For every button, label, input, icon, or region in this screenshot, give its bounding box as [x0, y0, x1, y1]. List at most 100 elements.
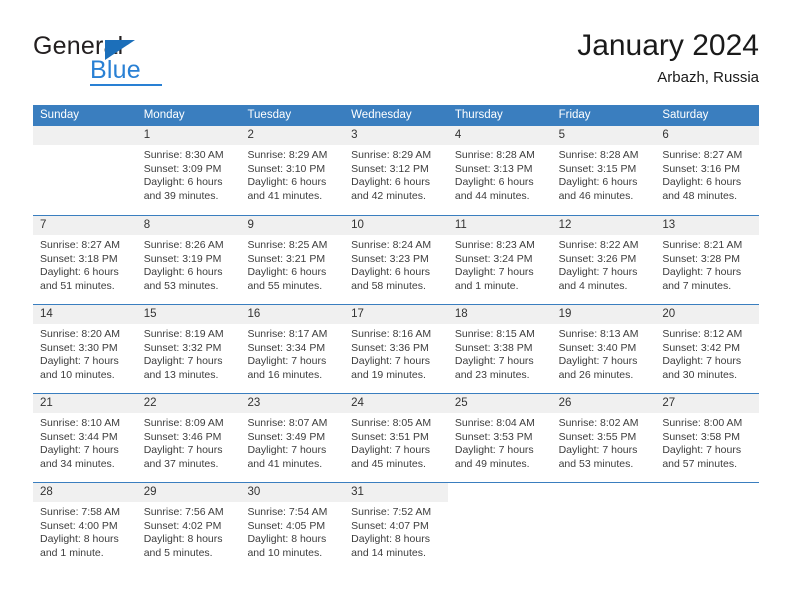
day-number: 7	[33, 216, 137, 235]
day-number: 11	[447, 216, 552, 235]
calendar-day-cell[interactable]: 18 Sunrise: 8:15 AM Sunset: 3:38 PM Dayligh…	[447, 305, 552, 393]
sunset-text: Sunset: 3:13 PM	[454, 162, 533, 175]
day-number: 23	[240, 394, 345, 413]
daylight-text: Daylight: 7 hours and 16 minutes.	[247, 355, 327, 381]
calendar-day-cell[interactable]: 21 Sunrise: 8:10 AM Sunset: 3:44 PM Dayligh…	[33, 394, 137, 482]
day-number	[447, 483, 552, 502]
calendar-day-cell[interactable]: 14 Sunrise: 8:20 AM Sunset: 3:30 PM Dayligh…	[33, 305, 137, 393]
calendar-day-cell[interactable]: 17 Sunrise: 8:16 AM Sunset: 3:36 PM Dayligh…	[344, 305, 448, 393]
sunrise-text: Sunrise: 8:27 AM	[662, 149, 743, 161]
day-number: 13	[655, 216, 760, 235]
day-of-week-thursday: Thursday	[454, 109, 503, 121]
daylight-text: Daylight: 7 hours and 34 minutes.	[40, 444, 119, 470]
calendar-week-row: 28 Sunrise: 7:58 AM Sunset: 4:00 PM Dayligh…	[33, 482, 760, 571]
daylight-text: Daylight: 7 hours and 30 minutes.	[662, 355, 742, 381]
day-number: 9	[240, 216, 345, 235]
day-number: 20	[655, 305, 760, 324]
calendar-cell-empty	[447, 483, 552, 571]
sunset-text: Sunset: 3:58 PM	[662, 430, 740, 443]
calendar-day-cell[interactable]: 6 Sunrise: 8:27 AM Sunset: 3:16 PM Daylight…	[655, 126, 760, 215]
day-number: 28	[33, 483, 137, 502]
calendar-day-cell[interactable]: 5 Sunrise: 8:28 AM Sunset: 3:15 PM Daylight…	[551, 126, 656, 215]
calendar-day-cell[interactable]: 9 Sunrise: 8:25 AM Sunset: 3:21 PM Daylight…	[240, 216, 345, 304]
day-number: 15	[136, 305, 241, 324]
daylight-text: Daylight: 7 hours and 53 minutes.	[558, 444, 638, 470]
day-number: 29	[136, 483, 241, 502]
calendar-day-cell[interactable]: 26 Sunrise: 8:02 AM Sunset: 3:55 PM Dayligh…	[551, 394, 656, 482]
day-detail: Sunrise: 8:20 AM Sunset: 3:30 PM Daylight:…	[33, 324, 137, 382]
calendar-day-cell[interactable]: 1 Sunrise: 8:30 AM Sunset: 3:09 PM Daylight…	[136, 126, 241, 215]
day-number: 3	[344, 126, 448, 145]
calendar-day-cell[interactable]: 2 Sunrise: 8:29 AM Sunset: 3:10 PM Daylight…	[240, 126, 345, 215]
calendar-day-cell[interactable]: 30 Sunrise: 7:54 AM Sunset: 4:05 PM Dayligh…	[240, 483, 345, 571]
daylight-text: Daylight: 8 hours and 1 minute.	[40, 533, 119, 559]
sunset-text: Sunset: 4:07 PM	[351, 519, 429, 532]
calendar-day-cell[interactable]: 10 Sunrise: 8:24 AM Sunset: 3:23 PM Dayligh…	[344, 216, 448, 304]
sunset-text: Sunset: 3:15 PM	[558, 162, 637, 175]
sunrise-text: Sunrise: 8:20 AM	[40, 328, 120, 340]
day-detail: Sunrise: 8:30 AM Sunset: 3:09 PM Daylight:…	[137, 145, 241, 203]
sunset-text: Sunset: 3:24 PM	[454, 252, 533, 265]
day-detail: Sunrise: 8:13 AM Sunset: 3:40 PM Daylight:…	[552, 324, 656, 382]
sunset-text: Sunset: 3:40 PM	[558, 341, 637, 354]
calendar-day-cell[interactable]: 23 Sunrise: 8:07 AM Sunset: 3:49 PM Dayligh…	[240, 394, 345, 482]
sunset-text: Sunset: 3:34 PM	[247, 341, 326, 354]
day-detail: Sunrise: 8:24 AM Sunset: 3:23 PM Daylight:…	[344, 235, 448, 293]
page-title: January 2024	[577, 29, 759, 62]
sunrise-text: Sunrise: 8:13 AM	[558, 328, 639, 340]
calendar-day-cell[interactable]: 3 Sunrise: 8:29 AM Sunset: 3:12 PM Daylight…	[344, 126, 448, 215]
daylight-text: Daylight: 8 hours and 10 minutes.	[247, 533, 327, 559]
day-number: 6	[655, 126, 760, 145]
day-detail: Sunrise: 8:12 AM Sunset: 3:42 PM Daylight:…	[655, 324, 759, 382]
calendar-day-cell[interactable]: 8 Sunrise: 8:26 AM Sunset: 3:19 PM Daylight…	[136, 216, 241, 304]
calendar-day-cell[interactable]: 12 Sunrise: 8:22 AM Sunset: 3:26 PM Dayligh…	[551, 216, 656, 304]
sunset-text: Sunset: 4:05 PM	[247, 519, 326, 532]
calendar-day-cell[interactable]: 25 Sunrise: 8:04 AM Sunset: 3:53 PM Dayligh…	[447, 394, 552, 482]
sunrise-text: Sunrise: 8:10 AM	[40, 417, 120, 429]
daylight-text: Daylight: 7 hours and 7 minutes.	[662, 266, 742, 292]
sunset-text: Sunset: 3:26 PM	[558, 252, 637, 265]
title-block: January 2024 Arbazh, Russia	[577, 28, 759, 88]
sunrise-text: Sunrise: 8:21 AM	[662, 239, 743, 251]
sunrise-text: Sunrise: 8:04 AM	[454, 417, 535, 429]
calendar-day-cell[interactable]: 20 Sunrise: 8:12 AM Sunset: 3:42 PM Dayligh…	[655, 305, 760, 393]
calendar-cell-empty	[655, 483, 760, 571]
calendar-day-cell[interactable]: 29 Sunrise: 7:56 AM Sunset: 4:02 PM Dayligh…	[136, 483, 241, 571]
general-blue-logo[interactable]: General Blue	[33, 32, 273, 92]
sunrise-text: Sunrise: 7:58 AM	[40, 506, 120, 518]
calendar-day-cell[interactable]: 7 Sunrise: 8:27 AM Sunset: 3:18 PM Daylight…	[33, 216, 137, 304]
sunset-text: Sunset: 3:10 PM	[247, 162, 326, 175]
calendar-day-cell[interactable]: 4 Sunrise: 8:28 AM Sunset: 3:13 PM Daylight…	[447, 126, 552, 215]
sunset-text: Sunset: 3:28 PM	[662, 252, 740, 265]
calendar-day-cell[interactable]: 31 Sunrise: 7:52 AM Sunset: 4:07 PM Dayligh…	[344, 483, 448, 571]
sunrise-text: Sunrise: 8:29 AM	[351, 149, 432, 161]
calendar-day-cell[interactable]: 16 Sunrise: 8:17 AM Sunset: 3:34 PM Dayligh…	[240, 305, 345, 393]
sunset-text: Sunset: 3:12 PM	[351, 162, 429, 175]
day-number: 1	[136, 126, 241, 145]
day-detail: Sunrise: 7:56 AM Sunset: 4:02 PM Daylight:…	[137, 502, 241, 560]
calendar-day-cell[interactable]: 24 Sunrise: 8:05 AM Sunset: 3:51 PM Dayligh…	[344, 394, 448, 482]
calendar-day-cell[interactable]: 19 Sunrise: 8:13 AM Sunset: 3:40 PM Dayligh…	[551, 305, 656, 393]
daylight-text: Daylight: 6 hours and 44 minutes.	[454, 176, 534, 202]
day-detail: Sunrise: 8:00 AM Sunset: 3:58 PM Daylight:…	[655, 413, 759, 471]
sunrise-text: Sunrise: 8:02 AM	[558, 417, 639, 429]
day-detail: Sunrise: 8:07 AM Sunset: 3:49 PM Daylight:…	[240, 413, 344, 471]
day-number: 2	[240, 126, 345, 145]
daylight-text: Daylight: 8 hours and 5 minutes.	[143, 533, 223, 559]
calendar-day-cell[interactable]: 28 Sunrise: 7:58 AM Sunset: 4:00 PM Dayligh…	[33, 483, 137, 571]
sunrise-text: Sunrise: 8:09 AM	[143, 417, 224, 429]
daylight-text: Daylight: 6 hours and 39 minutes.	[143, 176, 223, 202]
sunrise-text: Sunrise: 8:28 AM	[454, 149, 535, 161]
sunrise-text: Sunrise: 8:00 AM	[662, 417, 743, 429]
calendar-day-cell[interactable]: 27 Sunrise: 8:00 AM Sunset: 3:58 PM Dayligh…	[655, 394, 760, 482]
day-number: 31	[344, 483, 448, 502]
day-detail: Sunrise: 8:04 AM Sunset: 3:53 PM Daylight:…	[448, 413, 552, 471]
calendar-day-cell[interactable]: 11 Sunrise: 8:23 AM Sunset: 3:24 PM Dayligh…	[447, 216, 552, 304]
calendar-day-cell[interactable]: 22 Sunrise: 8:09 AM Sunset: 3:46 PM Dayligh…	[136, 394, 241, 482]
sunset-text: Sunset: 3:44 PM	[40, 430, 118, 443]
calendar-day-cell[interactable]: 15 Sunrise: 8:19 AM Sunset: 3:32 PM Dayligh…	[136, 305, 241, 393]
calendar-day-cell[interactable]: 13 Sunrise: 8:21 AM Sunset: 3:28 PM Dayligh…	[655, 216, 760, 304]
calendar-week-row: 14 Sunrise: 8:20 AM Sunset: 3:30 PM Dayligh…	[33, 304, 760, 393]
sunset-text: Sunset: 3:23 PM	[351, 252, 429, 265]
calendar-week-row: 7 Sunrise: 8:27 AM Sunset: 3:18 PM Daylight…	[33, 215, 760, 304]
